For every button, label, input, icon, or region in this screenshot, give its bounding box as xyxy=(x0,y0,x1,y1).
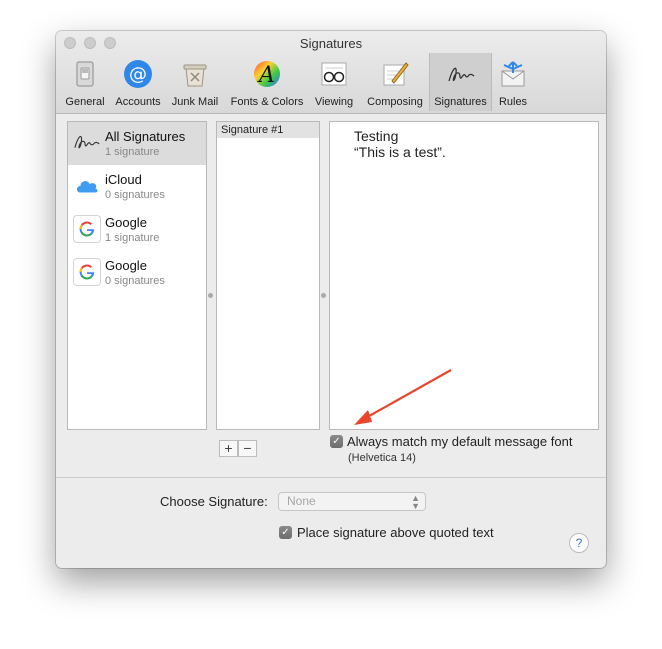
rules-icon xyxy=(501,61,525,87)
signature-item[interactable]: Signature #1 xyxy=(217,122,319,138)
editor-line: “This is a test”. xyxy=(354,144,446,160)
splitter-handle[interactable] xyxy=(208,293,213,298)
glasses-icon xyxy=(321,62,347,86)
account-google-1[interactable]: Google 1 signature xyxy=(68,208,206,251)
match-font-label: Always match my default message font xyxy=(347,434,573,449)
account-all-signatures[interactable]: All Signatures 1 signature xyxy=(68,122,206,165)
place-above-label: Place signature above quoted text xyxy=(297,525,494,540)
divider xyxy=(56,477,606,478)
toolbar-accounts[interactable]: @ Accounts xyxy=(110,53,166,111)
at-icon: @ xyxy=(124,60,152,88)
signature-icon xyxy=(447,67,474,82)
signature-icon xyxy=(74,135,100,149)
google-icon xyxy=(73,215,101,243)
toolbar-signatures[interactable]: Signatures xyxy=(429,53,492,111)
trash-icon xyxy=(183,64,207,87)
toolbar-viewing[interactable]: Viewing xyxy=(310,53,358,111)
help-button[interactable]: ? xyxy=(569,533,589,553)
toolbar-composing[interactable]: Composing xyxy=(362,53,428,111)
pencil-icon xyxy=(383,62,409,86)
font-icon: A xyxy=(254,61,280,88)
window-title: Signatures xyxy=(299,36,363,51)
font-detail: (Helvetica 14) xyxy=(348,452,416,464)
toolbar-general[interactable]: General xyxy=(62,53,108,111)
account-google-2[interactable]: Google 0 signatures xyxy=(68,251,206,294)
account-icloud[interactable]: iCloud 0 signatures xyxy=(68,165,206,208)
toolbar-junk-mail[interactable]: Junk Mail xyxy=(168,53,222,111)
updown-arrows-icon: ▲ ▼ xyxy=(411,493,420,511)
accounts-list[interactable]: All Signatures 1 signature iCloud 0 sign… xyxy=(67,121,207,430)
annotation-arrow-icon xyxy=(354,369,452,425)
titlebar: Signatures General @ Accounts Junk Mail … xyxy=(56,31,606,114)
toolbar-fonts-colors[interactable]: A Fonts & Colors xyxy=(226,53,308,111)
choose-signature-select[interactable]: None ▲ ▼ xyxy=(278,492,426,511)
signatures-list[interactable]: Signature #1 xyxy=(216,121,320,430)
cloud-icon xyxy=(76,181,98,193)
preferences-window: Signatures General @ Accounts Junk Mail … xyxy=(56,31,606,568)
toolbar-rules[interactable]: Rules xyxy=(494,53,532,111)
place-above-checkbox[interactable]: ✓ xyxy=(279,526,292,539)
editor-line: Testing xyxy=(354,128,399,144)
google-icon xyxy=(73,258,101,286)
add-signature-button[interactable]: + xyxy=(219,440,238,457)
choose-signature-label: Choose Signature: xyxy=(160,494,268,509)
remove-signature-button[interactable]: − xyxy=(238,440,257,457)
switch-icon xyxy=(76,61,94,87)
splitter-handle[interactable] xyxy=(321,293,326,298)
svg-text:A: A xyxy=(257,63,275,88)
svg-text:@: @ xyxy=(129,64,147,85)
match-font-checkbox[interactable]: ✓ xyxy=(330,435,343,448)
